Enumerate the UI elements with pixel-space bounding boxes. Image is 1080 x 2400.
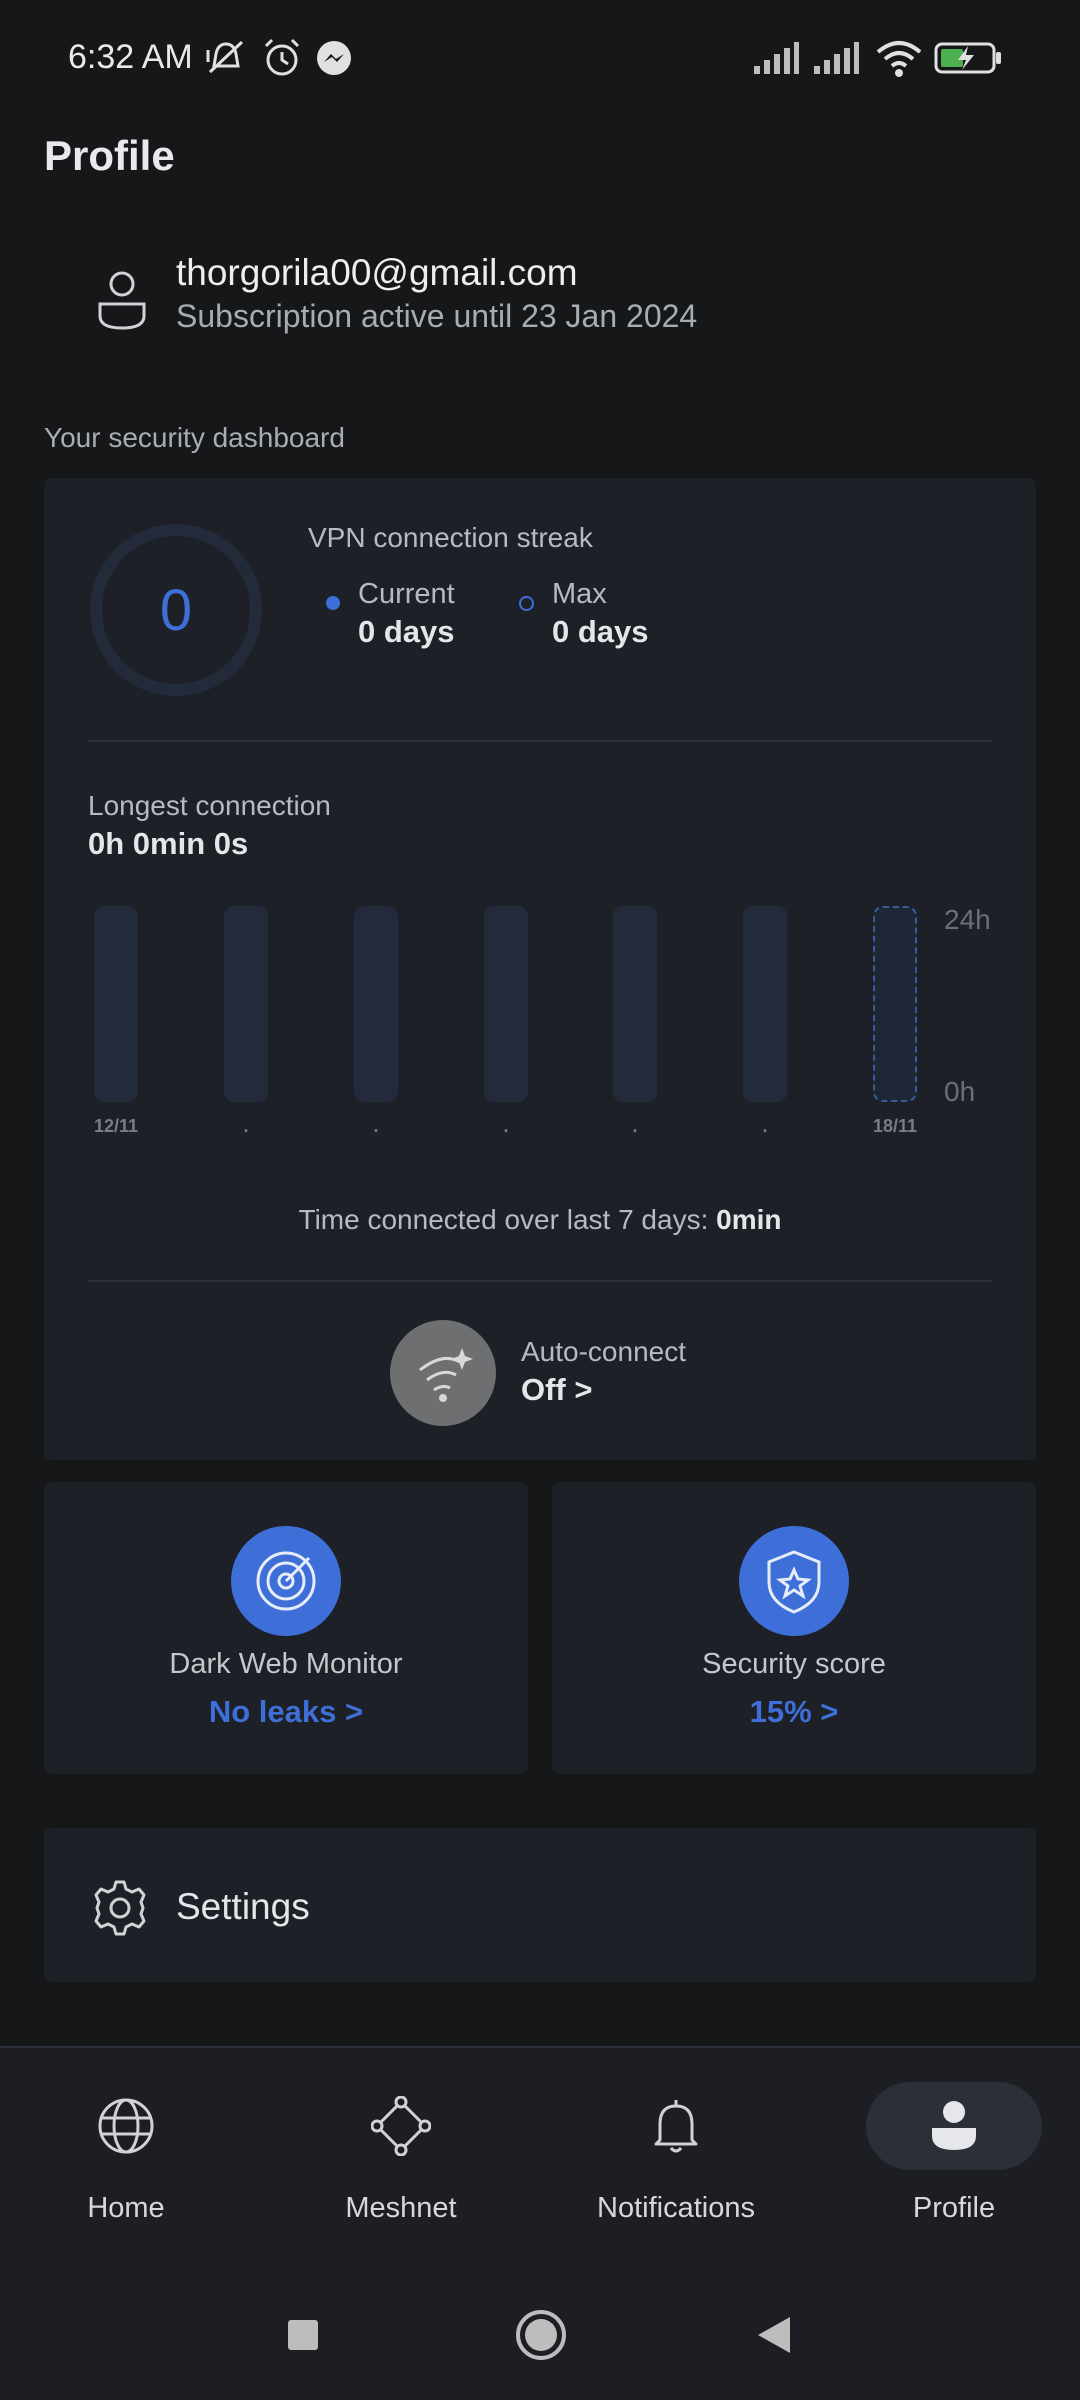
auto-connect-button[interactable] [390,1320,496,1426]
chart-x-label: . [632,1116,638,1136]
back-icon[interactable] [754,2314,794,2356]
bell-icon [646,2096,706,2156]
chart-bar [873,906,917,1102]
current-streak-label: Current [358,578,455,610]
max-streak-value: 0 days [552,614,649,649]
shield-star-icon [739,1526,849,1636]
chart-bar [94,906,138,1102]
mute-icon [202,36,250,80]
chart-x-label: . [762,1116,768,1136]
current-streak-value: 0 days [358,614,455,649]
settings-label: Settings [176,1886,310,1927]
wifi-icon [874,36,924,80]
y-tick-top: 24h [944,904,991,935]
page-title: Profile [44,132,175,179]
security-score-title: Security score [702,1648,886,1680]
nav-notifications-label: Notifications [597,2192,755,2224]
weekly-connection-time: Time connected over last 7 days: 0min [0,1204,1080,1236]
auto-connect-label: Auto-connect [521,1336,686,1367]
account-email: thorgorila00@gmail.com [176,252,578,293]
signal-icon [752,36,800,80]
battery-charging-icon [934,36,1004,80]
auto-connect-wifi-icon [419,1348,473,1402]
chart-bar [224,906,268,1102]
chart-bar [743,906,787,1102]
nav-home-label: Home [87,2192,165,2224]
chart-x-label: 18/11 [872,1116,918,1136]
chart-bar [354,906,398,1102]
nav-profile-label: Profile [912,2192,996,2224]
chart-bar [484,906,528,1102]
gear-icon [90,1878,150,1938]
chart-bar [613,906,657,1102]
y-tick-bottom: 0h [944,1076,976,1107]
section-label: Your security dashboard [44,422,345,453]
recents-icon[interactable] [286,2318,320,2352]
subscription-status: Subscription active until 23 Jan 2024 [176,298,698,334]
dark-web-monitor-title: Dark Web Monitor [169,1648,403,1680]
meshnet-icon [370,2095,432,2157]
security-score-value[interactable]: 15% > [552,1694,1036,1730]
divider [88,1280,992,1282]
weekly-label: Time connected over last 7 days: [298,1204,717,1235]
status-time: 6:32 AM [68,38,193,76]
signal-icon [812,36,860,80]
nav-meshnet-label: Meshnet [345,2192,457,2224]
max-dot [519,596,534,611]
user-icon [92,268,152,332]
current-dot [326,596,340,610]
longest-connection-value: 0h 0min 0s [88,826,249,861]
divider [88,740,992,742]
streak-title: VPN connection streak [308,522,593,553]
weekly-value: 0min [716,1204,782,1235]
streak-value: 0 [159,577,193,643]
chart-x-label: . [243,1116,249,1136]
chart-x-label: 12/11 [93,1116,139,1136]
chart-x-label: . [503,1116,509,1136]
profile-icon [924,2096,984,2156]
globe-icon [96,2096,156,2156]
alarm-icon [260,36,304,80]
max-streak-label: Max [552,578,607,610]
auto-connect-value[interactable]: Off > [521,1372,592,1408]
home-icon[interactable] [514,2308,568,2362]
dark-web-monitor-status[interactable]: No leaks > [44,1694,528,1730]
longest-connection-label: Longest connection [88,790,331,821]
chart-x-label: . [373,1116,379,1136]
radar-icon [231,1526,341,1636]
messenger-icon [314,36,354,80]
